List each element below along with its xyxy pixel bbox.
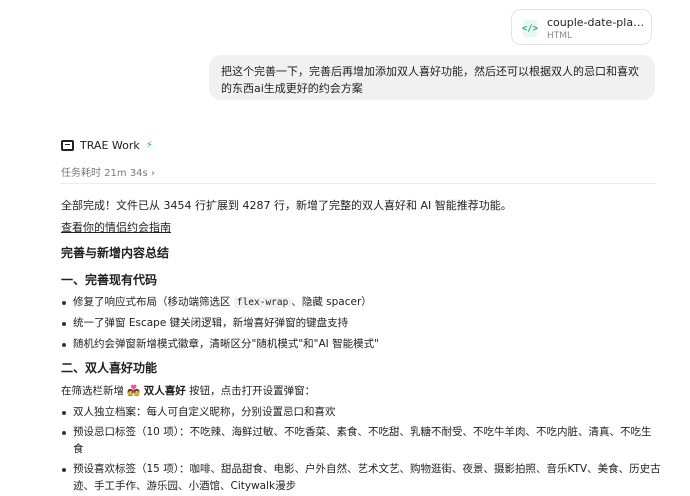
divider [61, 183, 655, 184]
user-message-text: 把这个完善一下，完善后再增加添加双人喜好功能，然后还可以根据双人的忌口和喜欢的东… [221, 65, 639, 95]
code-file-icon: </> [522, 20, 538, 37]
list-item-text: 随机约会弹窗新增模式徽章，清晰区分"随机模式"和"AI 智能模式" [73, 338, 379, 350]
section2-list: 双人独立档案：每人可自定义昵称，分别设置忌口和喜欢 预设忌口标签（10 项）：不… [61, 404, 661, 495]
list-item-text: 预设忌口标签（10 项）：不吃辣、海鲜过敏、不吃香菜、素食、不吃甜、乳糖不耐受、… [73, 426, 652, 455]
section1-heading: 一、完善现有代码 [61, 273, 158, 287]
list-item-text: 双人独立档案：每人可自定义昵称，分别设置忌口和喜欢 [73, 406, 336, 418]
inline-code: flex-wrap [233, 297, 292, 308]
guide-link[interactable]: 查看你的情侣约会指南 [61, 221, 171, 234]
couple-preferences-label: 双人喜好 [143, 385, 186, 397]
list-item: 随机约会弹窗新增模式徽章，清晰区分"随机模式"和"AI 智能模式" [61, 336, 661, 353]
list-item: 双人独立档案：每人可自定义昵称，分别设置忌口和喜欢 [61, 404, 661, 421]
agent-header: TRAE Work ⚡ [61, 137, 153, 153]
list-item-text: 修复了响应式布局（移动端筛选区 [73, 296, 234, 308]
list-item-text: 统一了弹窗 Escape 键关闭逻辑，新增喜好弹窗的键盘支持 [73, 317, 349, 329]
list-item: 预设忌口标签（10 项）：不吃辣、海鲜过敏、不吃香菜、素食、不吃甜、乳糖不耐受、… [61, 424, 661, 458]
list-item: 统一了弹窗 Escape 键关闭逻辑，新增喜好弹窗的键盘支持 [61, 315, 661, 332]
trae-logo-icon [61, 139, 74, 151]
list-item-text: 预设喜欢标签（15 项）：咖啡、甜品甜食、电影、户外自然、艺术文艺、购物逛街、夜… [73, 463, 661, 492]
list-item: 预设喜欢标签（15 项）：咖啡、甜品甜食、电影、户外自然、艺术文艺、购物逛街、夜… [61, 461, 661, 495]
agent-name: TRAE Work [80, 138, 140, 152]
agent-response: 全部完成！文件已从 3454 行扩展到 4287 行，新增了完整的双人喜好和 A… [61, 197, 661, 495]
section2-intro-text: 按钮，点击打开设置弹窗： [185, 385, 316, 397]
chevron-right-icon: › [150, 168, 155, 179]
list-item-text: 、隐藏 spacer） [291, 296, 372, 308]
user-message-bubble: 把这个完善一下，完善后再增加添加双人喜好功能，然后还可以根据双人的忌口和喜欢的东… [209, 55, 655, 100]
summary-heading: 完善与新增内容总结 [61, 246, 170, 260]
section1-list: 修复了响应式布局（移动端筛选区 flex-wrap 、隐藏 spacer） 统一了… [61, 294, 661, 353]
task-duration-toggle[interactable]: 任务耗时 21m 34s › [61, 164, 155, 179]
attachment-file-name: couple-date-planner... [547, 16, 647, 29]
response-intro: 全部完成！文件已从 3454 行扩展到 4287 行，新增了完整的双人喜好和 A… [61, 199, 512, 212]
list-item: 修复了响应式布局（移动端筛选区 flex-wrap 、隐藏 spacer） [61, 294, 661, 311]
couple-icon: 💑 [127, 385, 141, 397]
section2-intro-text: 在筛选栏新增 [61, 385, 128, 397]
section2-heading: 二、双人喜好功能 [61, 361, 158, 375]
task-duration-text: 任务耗时 21m 34s [61, 168, 148, 179]
lightning-icon: ⚡ [145, 139, 153, 151]
section2-intro: 在筛选栏新增 💑 双人喜好 按钮，点击打开设置弹窗： [61, 382, 661, 400]
attachment-file-type: HTML [547, 31, 573, 41]
attachment-card[interactable]: </> couple-date-planner... HTML [511, 9, 652, 45]
